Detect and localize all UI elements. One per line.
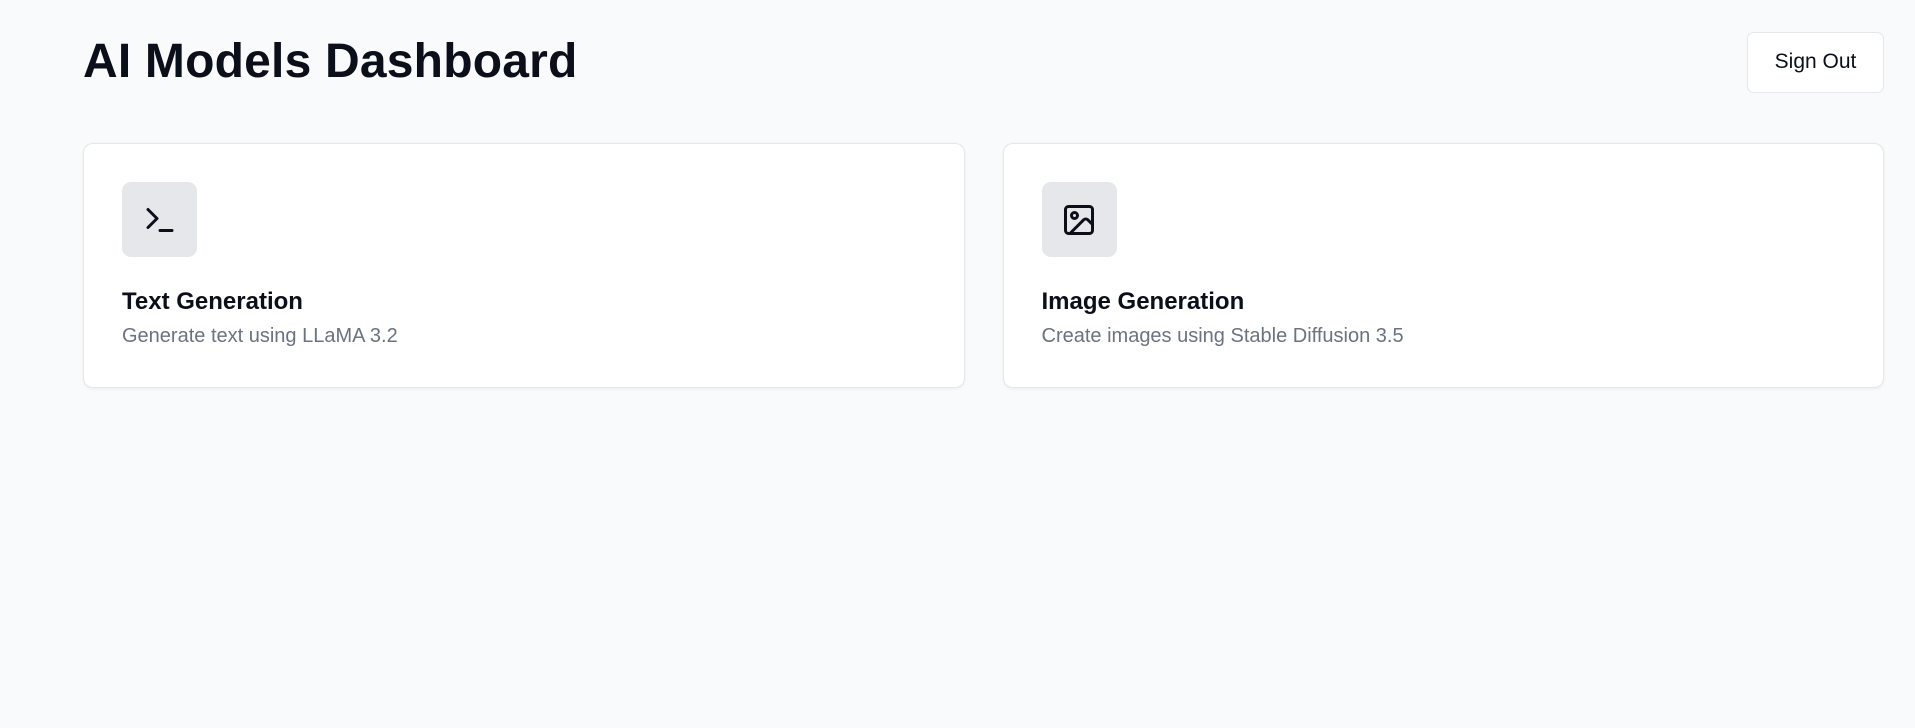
terminal-icon [146, 207, 173, 232]
header: AI Models Dashboard Sign Out [83, 30, 1884, 94]
dashboard-page: AI Models Dashboard Sign Out Text Genera… [0, 0, 1915, 728]
text-generation-card[interactable]: Text Generation Generate text using LLaM… [83, 143, 965, 388]
card-description: Generate text using LLaMA 3.2 [122, 325, 398, 347]
image-generation-card[interactable]: Image Generation Create images using Sta… [1002, 143, 1884, 388]
card-description: Create images using Stable Diffusion 3.5 [1041, 325, 1404, 347]
page-title: AI Models Dashboard [83, 35, 578, 88]
model-cards: Text Generation Generate text using LLaM… [83, 143, 1884, 388]
image-generation-icon-tile [1041, 182, 1117, 257]
card-title: Image Generation [1041, 288, 1245, 315]
image-icon [1064, 204, 1094, 235]
card-title: Text Generation [122, 288, 303, 315]
text-generation-icon-tile [122, 182, 197, 257]
sign-out-button[interactable]: Sign Out [1747, 31, 1884, 93]
